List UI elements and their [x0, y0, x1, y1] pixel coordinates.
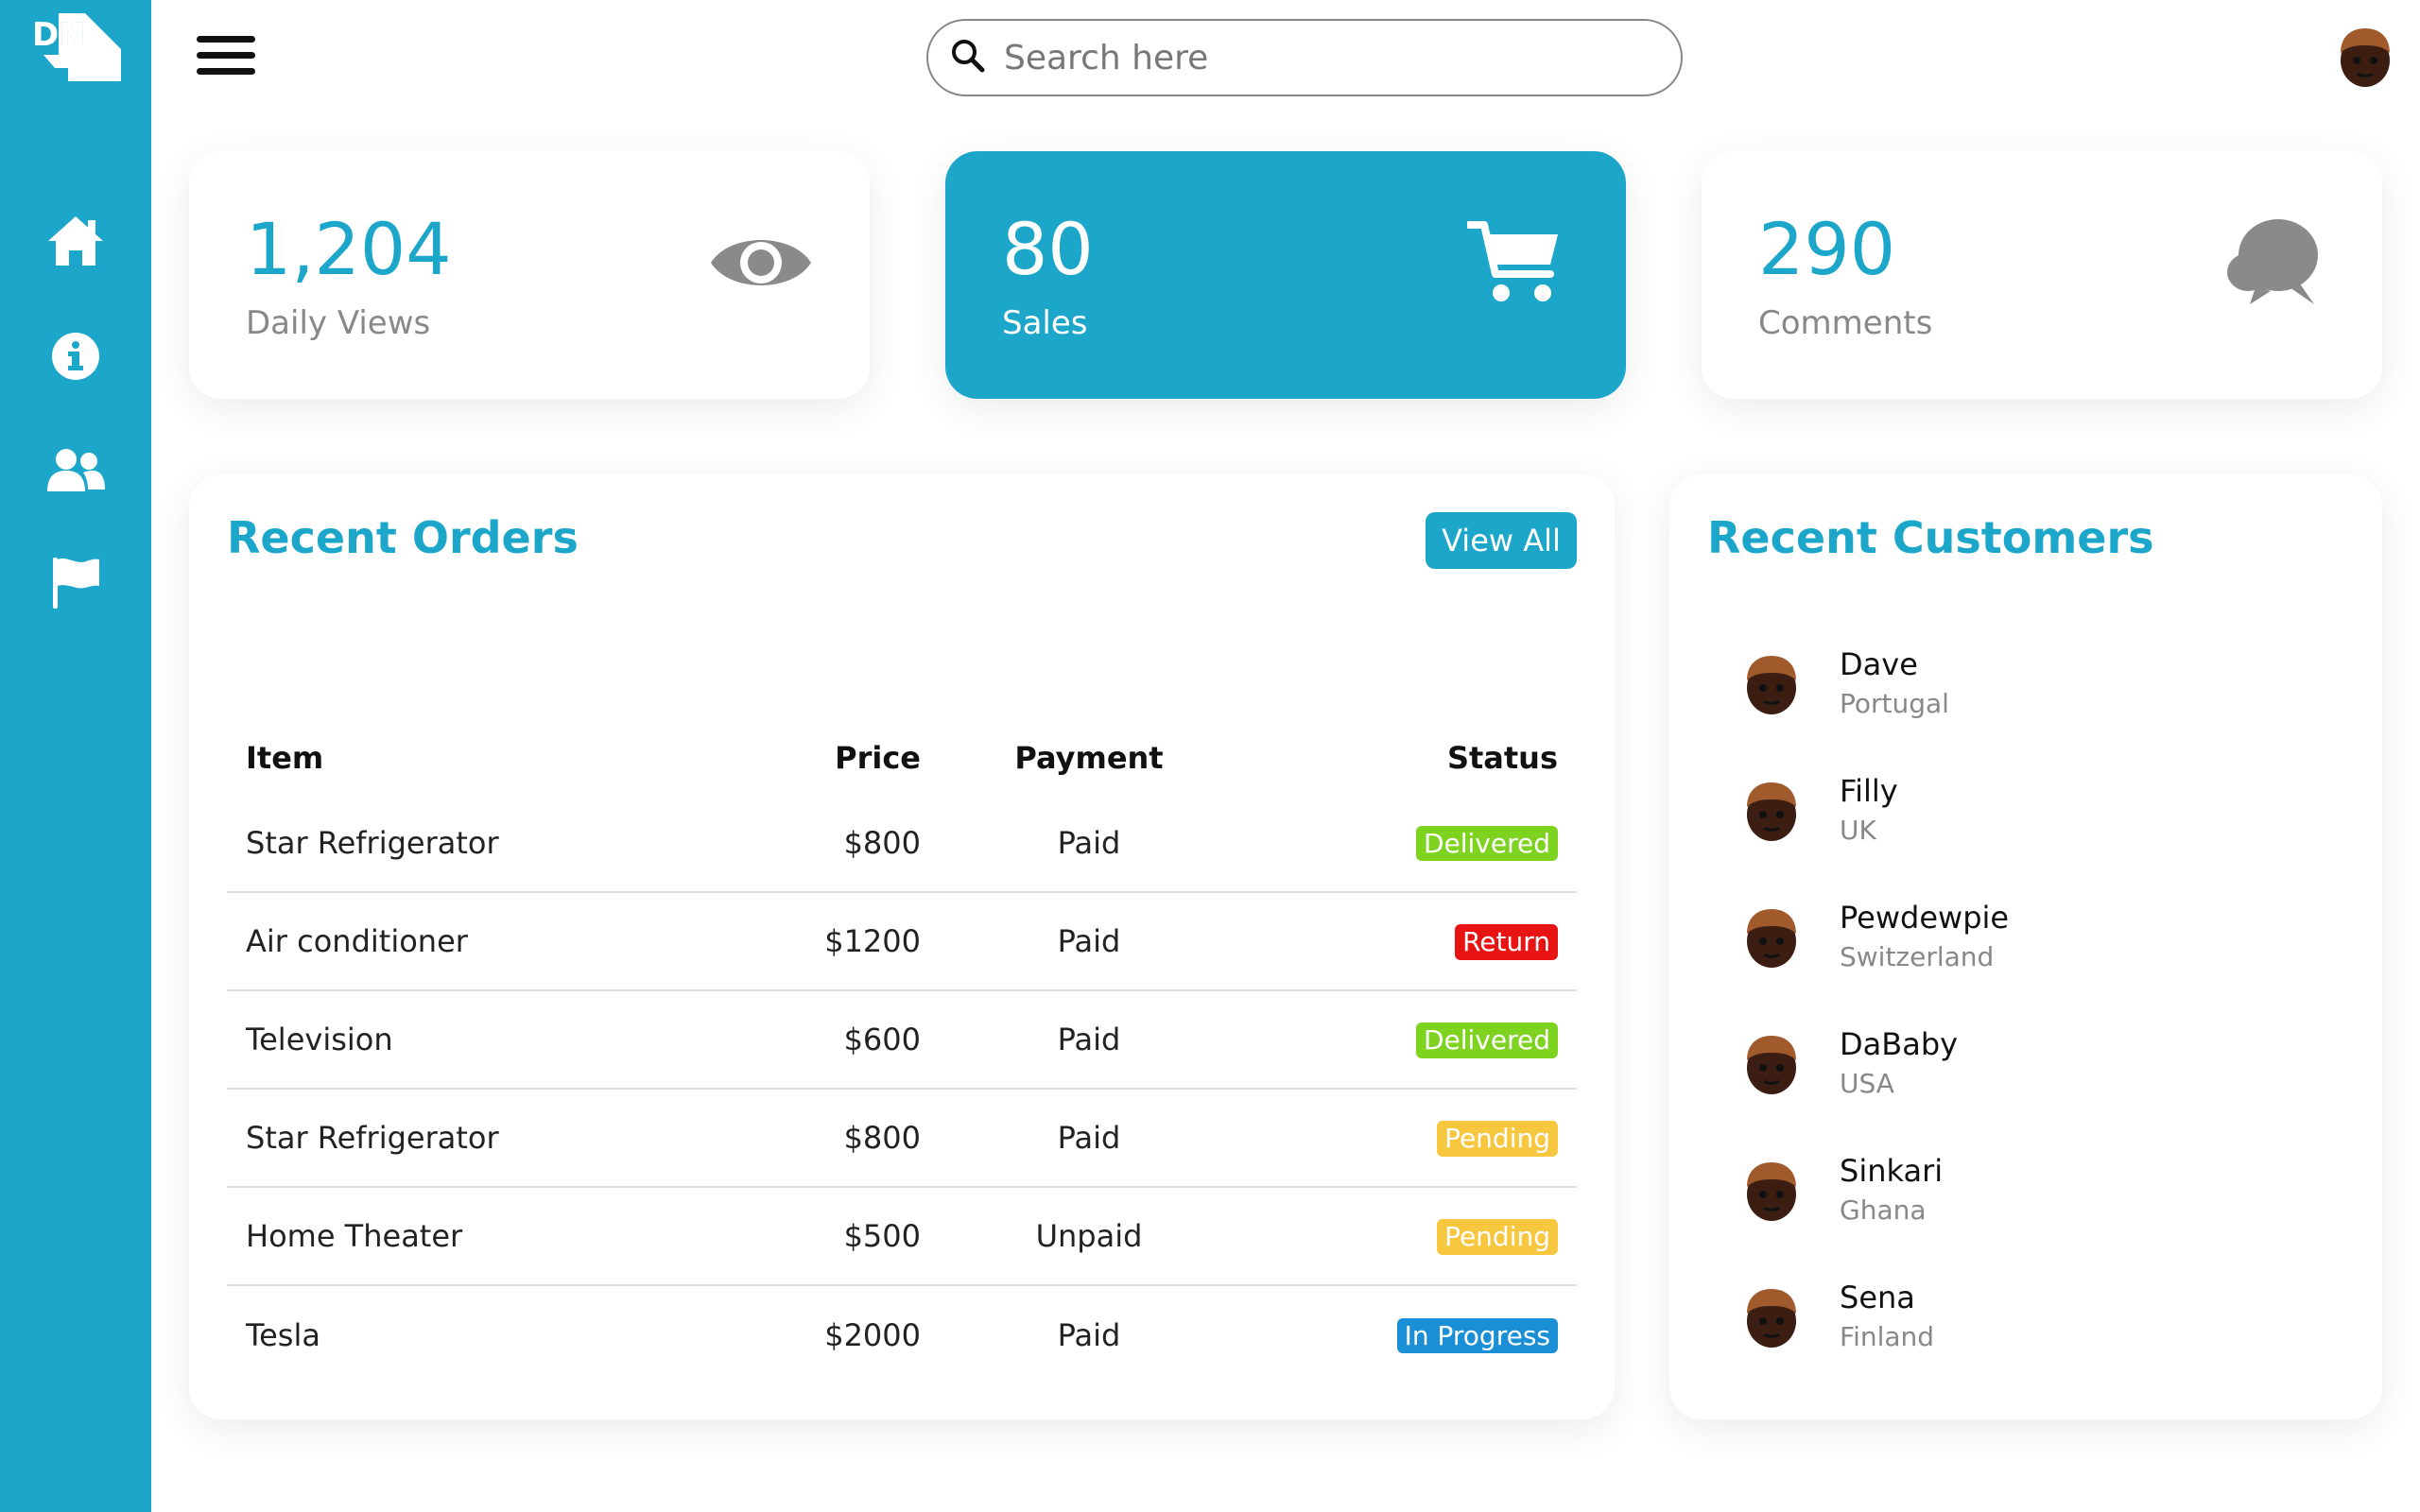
customer-item[interactable]: Filly UK — [1739, 773, 2231, 868]
customer-country: Switzerland — [1840, 941, 1995, 972]
recent-customers-title: Recent Customers — [1707, 512, 2154, 563]
customer-name: Dave — [1840, 646, 1918, 682]
table-row[interactable]: Television $600 Paid Delivered — [227, 990, 1577, 1090]
table-row[interactable]: Tesla $2000 Paid In Progress — [227, 1285, 1577, 1383]
customer-avatar — [1739, 1032, 1804, 1096]
search-bar — [926, 19, 1683, 96]
customer-name: Filly — [1840, 773, 1898, 809]
order-price: $2000 — [824, 1316, 921, 1353]
sales-value: 80 — [1002, 207, 1094, 291]
status-badge: Delivered — [1415, 1022, 1558, 1058]
status-badge: Pending — [1437, 1121, 1558, 1157]
column-header-price: Price — [835, 740, 921, 776]
brand-logo[interactable]: DN DN — [26, 9, 125, 85]
sales-label: Sales — [1002, 304, 1088, 342]
order-item: Star Refrigerator — [227, 794, 718, 893]
customer-name: Pewdewpie — [1840, 900, 2010, 936]
daily-views-label: Daily Views — [246, 304, 431, 342]
recent-orders-title: Recent Orders — [227, 512, 579, 563]
order-price: $1200 — [718, 892, 921, 991]
order-item: Television — [227, 990, 718, 1090]
order-payment: Unpaid — [921, 1187, 1257, 1286]
customer-item[interactable]: DaBaby USA — [1739, 1026, 2231, 1121]
order-payment: Paid — [1057, 1316, 1121, 1353]
customer-item[interactable]: Sena Finland — [1739, 1280, 2231, 1374]
status-badge: Return — [1455, 924, 1558, 960]
customer-avatar — [1739, 652, 1804, 716]
sidebar-item-users[interactable] — [43, 438, 109, 505]
order-price: $800 — [718, 1089, 921, 1188]
order-payment: Paid — [921, 1089, 1257, 1188]
sidebar-item-info[interactable] — [43, 325, 109, 391]
order-item: Air conditioner — [227, 892, 718, 991]
table-row[interactable]: Air conditioner $1200 Paid Return — [227, 892, 1577, 991]
status-badge: Delivered — [1415, 825, 1558, 862]
sidebar-item-home[interactable] — [43, 210, 109, 276]
customer-item[interactable]: Pewdewpie Switzerland — [1739, 900, 2231, 994]
eye-icon — [709, 225, 813, 304]
comments-label: Comments — [1758, 304, 1933, 342]
comments-icon — [2223, 214, 2322, 316]
logo-text: DN — [32, 16, 86, 54]
table-row[interactable]: Star Refrigerator $800 Paid Pending — [227, 1089, 1577, 1188]
order-item: Star Refrigerator — [227, 1089, 718, 1188]
column-header-status: Status — [1446, 740, 1558, 776]
menu-icon-line — [197, 36, 255, 43]
menu-icon-line — [197, 68, 255, 75]
customer-country: Finland — [1840, 1321, 1935, 1352]
home-icon — [46, 215, 105, 271]
customer-country: UK — [1840, 815, 1876, 846]
search-input[interactable] — [1004, 38, 1647, 77]
menu-icon-line — [197, 52, 255, 59]
stat-card-sales: 80 Sales — [945, 151, 1626, 399]
customer-name: Sinkari — [1840, 1153, 1944, 1189]
orders-table: Item Price Payment Status Star Refrigera… — [227, 722, 1577, 1383]
search-icon — [951, 39, 985, 77]
customer-avatar — [1739, 779, 1804, 843]
column-header-item: Item — [246, 740, 324, 776]
customer-country: Portugal — [1840, 688, 1949, 719]
order-payment: Paid — [921, 990, 1257, 1090]
cart-icon — [1465, 219, 1562, 310]
customer-name: Sena — [1840, 1280, 1915, 1315]
column-header-payment: Payment — [1014, 740, 1164, 776]
comments-value: 290 — [1758, 207, 1896, 291]
flag-icon — [50, 556, 101, 614]
customer-avatar — [1739, 1285, 1804, 1349]
customer-name: DaBaby — [1840, 1026, 1959, 1062]
status-badge: In Progress — [1396, 1317, 1558, 1354]
customer-avatar — [1739, 905, 1804, 970]
info-icon — [51, 332, 100, 385]
stat-card-comments: 290 Comments — [1702, 151, 2382, 399]
stat-card-daily-views: 1,204 Daily Views — [189, 151, 870, 399]
order-price: $800 — [718, 794, 921, 893]
daily-views-value: 1,204 — [246, 207, 452, 291]
view-all-button[interactable]: View All — [1426, 512, 1577, 569]
customer-avatar — [1739, 1159, 1804, 1223]
customer-country: USA — [1840, 1068, 1894, 1099]
user-avatar[interactable] — [2333, 25, 2397, 89]
order-price: $600 — [718, 990, 921, 1090]
sidebar-item-flag[interactable] — [43, 552, 109, 618]
status-badge: Pending — [1437, 1219, 1558, 1255]
table-row[interactable]: Star Refrigerator $800 Paid Delivered — [227, 794, 1577, 893]
customer-item[interactable]: Sinkari Ghana — [1739, 1153, 2231, 1247]
customer-country: Ghana — [1840, 1194, 1927, 1226]
order-item: Tesla — [246, 1316, 320, 1353]
order-payment: Paid — [921, 892, 1257, 991]
order-item: Home Theater — [227, 1187, 718, 1286]
order-payment: Paid — [921, 794, 1257, 893]
customer-item[interactable]: Dave Portugal — [1739, 646, 2231, 741]
users-icon — [45, 446, 106, 497]
menu-toggle-button[interactable] — [197, 36, 257, 79]
table-row[interactable]: Home Theater $500 Unpaid Pending — [227, 1187, 1577, 1286]
sidebar: DN DN — [0, 0, 151, 1512]
order-price: $500 — [718, 1187, 921, 1286]
table-header-row: Item Price Payment Status — [227, 722, 1577, 794]
